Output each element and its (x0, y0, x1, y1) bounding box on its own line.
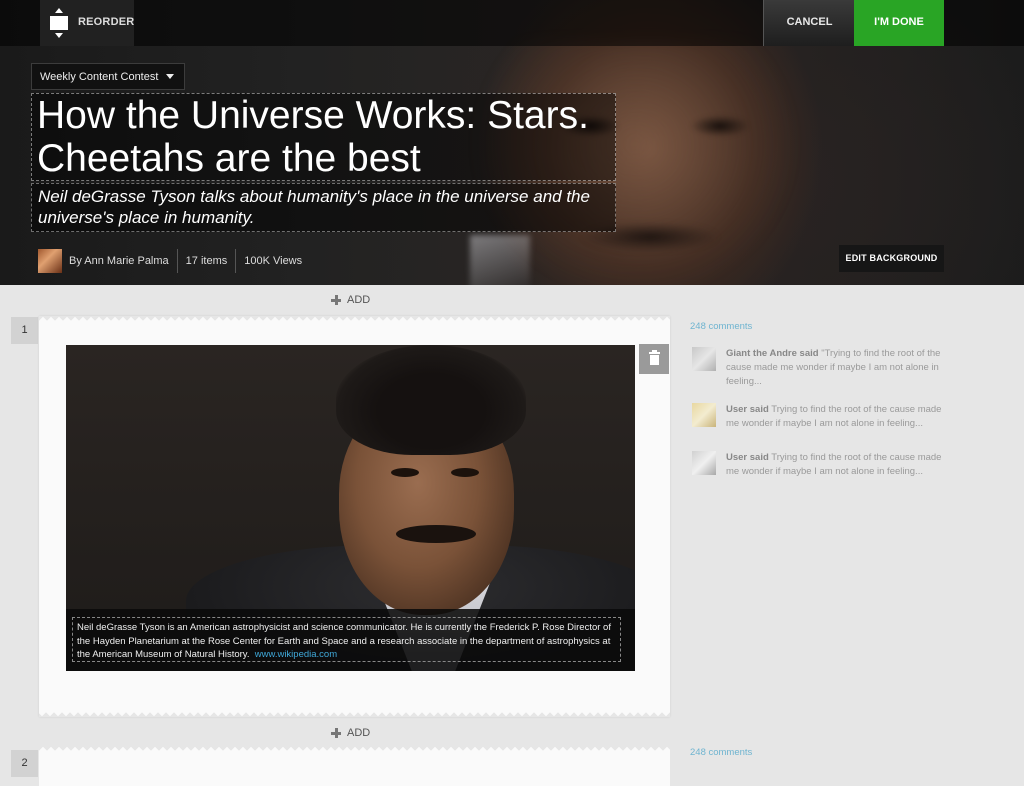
comment-item: Giant the Andre said "Trying to find the… (692, 347, 954, 389)
item-number: 1 (11, 317, 38, 344)
caption-text: Neil deGrasse Tyson is an American astro… (77, 622, 611, 660)
commenter-avatar[interactable] (692, 451, 716, 475)
comments-count-link[interactable]: 248 comments (690, 747, 752, 758)
items-count: 17 items (185, 254, 228, 267)
page-subtitle: Neil deGrasse Tyson talks about humanity… (38, 187, 590, 227)
caption-bar: Neil deGrasse Tyson is an American astro… (66, 609, 635, 671)
comments-count-link[interactable]: 248 comments (690, 321, 752, 332)
commenter-avatar[interactable] (692, 403, 716, 427)
divider (176, 248, 178, 273)
plus-icon (331, 295, 341, 305)
add-item-button[interactable]: ADD (331, 727, 370, 739)
caption-field[interactable]: Neil deGrasse Tyson is an American astro… (72, 617, 621, 662)
page-title: How the Universe Works: Stars. Cheetahs … (37, 94, 589, 180)
delete-item-button[interactable] (639, 344, 669, 374)
comment-item: User said Trying to find the root of the… (692, 451, 954, 479)
add-label: ADD (347, 727, 371, 739)
author-name[interactable]: By Ann Marie Palma (69, 255, 169, 267)
reorder-icon (50, 8, 68, 38)
contest-dropdown-value: Weekly Content Contest (40, 70, 159, 83)
list-item-card: Neil deGrasse Tyson is an American astro… (39, 316, 670, 717)
cancel-button[interactable]: CANCEL (763, 0, 855, 46)
caption-source-link[interactable]: www.wikipedia.com (255, 649, 337, 660)
title-field[interactable]: How the Universe Works: Stars. Cheetahs … (31, 93, 616, 181)
views-count: 100K Views (244, 254, 303, 267)
plus-icon (331, 728, 341, 738)
item-image[interactable]: Neil deGrasse Tyson is an American astro… (66, 345, 635, 671)
caret-down-icon (166, 74, 175, 79)
commenter-name[interactable]: User said (726, 452, 769, 463)
divider (235, 248, 237, 273)
byline: By Ann Marie Palma 17 items 100K Views (38, 248, 302, 273)
comment-item: User said Trying to find the root of the… (692, 403, 954, 431)
top-toolbar: REORDER CANCEL I'M DONE (0, 0, 1024, 46)
contest-dropdown[interactable]: Weekly Content Contest (31, 63, 186, 90)
edit-background-button[interactable]: EDIT BACKGROUND (839, 245, 944, 272)
reorder-label: REORDER (78, 16, 135, 28)
subtitle-field[interactable]: Neil deGrasse Tyson talks about humanity… (31, 183, 616, 232)
item-number: 2 (11, 750, 38, 777)
author-avatar[interactable] (38, 248, 62, 273)
commenter-avatar[interactable] (692, 347, 716, 371)
add-item-button[interactable]: ADD (331, 294, 370, 306)
reorder-button[interactable]: REORDER (40, 0, 134, 46)
commenter-name[interactable]: Giant the Andre said (726, 348, 819, 359)
add-label: ADD (347, 294, 371, 306)
commenter-name[interactable]: User said (726, 404, 769, 415)
done-button[interactable]: I'M DONE (854, 0, 944, 46)
list-item-card (39, 746, 670, 786)
hero-background: REORDER CANCEL I'M DONE Weekly Content C… (0, 0, 1024, 285)
